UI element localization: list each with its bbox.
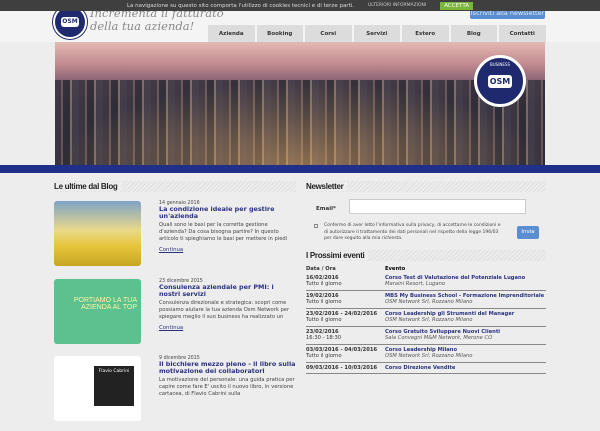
event-row: 09/03/2016 - 10/03/2016 Corso Direzione V… — [306, 363, 546, 374]
event-time: Tutto il giorno — [306, 317, 342, 323]
event-place: OSM Network Srl, Rozzano Milano — [385, 317, 473, 323]
event-date: 16/02/2016 Tutto il giorno — [306, 275, 385, 288]
nav-booking[interactable]: Booking — [256, 25, 303, 43]
col-event: Evento — [385, 266, 406, 272]
nav-servizi[interactable]: Servizi — [353, 25, 400, 43]
event-time: Tutto il giorno — [306, 299, 342, 305]
tagline-line2: della tua azienda! — [90, 19, 195, 33]
newsletter-heading: Newsletter — [306, 181, 546, 192]
post-excerpt: La motivazione del personale: una guida … — [159, 376, 295, 398]
badge-logo: OSM — [488, 75, 512, 88]
business-development-badge: BUSINESS OSM — [474, 55, 526, 107]
event-title[interactable]: Corso Direzione Vendite — [385, 365, 546, 372]
blog-post: Flavio Cabrini 9 dicembre 2015 Il bicchie… — [54, 356, 296, 431]
nav-corsi[interactable]: Corsi — [305, 25, 352, 43]
email-label: Email* — [316, 206, 336, 212]
event-info: Corso Leadership gli Strumenti del Manag… — [385, 311, 546, 324]
submit-button[interactable]: Invia — [517, 226, 539, 239]
header: OSM Incrementa il fatturato della tua azi… — [0, 5, 600, 43]
nav-azienda[interactable]: Azienda — [208, 25, 255, 43]
event-place: Sala Convegni M&M Network, Merone CO — [385, 335, 493, 341]
event-info: Corso Leadership Milano OSM Network Srl, … — [385, 347, 546, 360]
nav-contatti[interactable]: Contatti — [499, 25, 546, 43]
event-info: MBS My Business School - Formazione Impr… — [385, 293, 546, 306]
event-row: 03/03/2016 - 04/03/2016 Tutto il giorno Co… — [306, 345, 546, 363]
col-date: Data / Ora — [306, 266, 336, 272]
event-place: OSM Network Srl, Rozzano Milano — [385, 299, 473, 305]
blog-heading-text: Le ultime dal Blog — [54, 182, 122, 191]
blog-heading: Le ultime dal Blog — [54, 181, 296, 192]
blog-post: PORTIAMO LA TUA AZIENDA AL TOP 23 dicemb… — [54, 279, 296, 354]
post-image-text: PORTIAMO LA TUA AZIENDA AL TOP — [73, 297, 137, 311]
post-image[interactable]: Flavio Cabrini — [54, 356, 141, 421]
book-cover: Flavio Cabrini — [94, 366, 134, 406]
main-nav: Azienda Booking Corsi Servizi Estero Blo… — [208, 25, 546, 43]
post-title[interactable]: Consulenza aziendale per PMI: i nostri s… — [159, 283, 296, 299]
event-date: 03/03/2016 - 04/03/2016 Tutto il giorno — [306, 347, 385, 360]
city-lights — [55, 80, 545, 165]
events-heading: I Prossimi eventi — [306, 250, 546, 261]
post-excerpt: Consulenza direzionale e strategica: sco… — [159, 299, 290, 321]
event-date: 23/02/2016 16:30 - 18:30 — [306, 329, 385, 342]
event-date-text: 09/03/2016 - 10/03/2016 — [306, 364, 378, 371]
post-image[interactable] — [54, 201, 141, 266]
event-date: 23/02/2016 - 24/02/2016 Tutto il giorno — [306, 311, 385, 324]
event-info: Corso Gratuito Sviluppare Nuovi Clienti S… — [385, 329, 546, 342]
event-info: Corso Test di Valutazione del Potenziale… — [385, 275, 546, 288]
events-table-header: Data / Ora Evento — [306, 261, 546, 273]
logo-text: OSM — [61, 17, 79, 27]
continue-link[interactable]: Continua — [159, 247, 296, 253]
blog-section: Le ultime dal Blog 14 gennaio 2016 La con… — [54, 181, 296, 421]
event-time: Tutto il giorno — [306, 353, 342, 359]
event-time: Tutto il giorno — [306, 281, 342, 287]
event-row: 16/02/2016 Tutto il giorno Corso Test di V… — [306, 273, 546, 291]
cookie-accept-button[interactable]: ACCETTA — [440, 1, 474, 10]
event-info: Corso Direzione Vendite — [385, 365, 546, 372]
sidebar: Newsletter Email* Confermo di aver letto… — [306, 181, 546, 374]
privacy-checkbox[interactable] — [314, 224, 318, 228]
newsletter-heading-text: Newsletter — [306, 182, 348, 191]
event-row: 19/02/2016 Tutto il giorno MBS My Business… — [306, 291, 546, 309]
cookie-bar: La navigazione su questo sito comporta l… — [0, 0, 600, 11]
continue-link[interactable]: Continua — [159, 325, 296, 331]
event-place: OSM Network Srl, Rozzano Milano — [385, 353, 473, 359]
post-image[interactable]: PORTIAMO LA TUA AZIENDA AL TOP — [54, 279, 141, 344]
cookie-more-link[interactable]: ULTERIORI INFORMAZIONI — [368, 3, 426, 8]
events-heading-text: I Prossimi eventi — [306, 251, 369, 260]
events-section: I Prossimi eventi Data / Ora Evento 16/02… — [306, 250, 546, 374]
event-place: Maraini Resort, Lugano — [385, 281, 446, 287]
privacy-text: Confermo di aver letto l'informativa sul… — [324, 223, 501, 242]
post-excerpt: Quali sono le basi per la corretta gesti… — [159, 221, 288, 243]
nav-blog[interactable]: Blog — [450, 25, 497, 43]
cookie-text: La navigazione su questo sito comporta l… — [126, 2, 355, 9]
blue-stripe — [0, 165, 600, 173]
event-date: 19/02/2016 Tutto il giorno — [306, 293, 385, 306]
nav-estero[interactable]: Estero — [402, 25, 449, 43]
email-input[interactable] — [349, 199, 526, 214]
post-title[interactable]: La condizione ideale per gestire un'azie… — [159, 205, 296, 221]
post-title[interactable]: Il bicchiere mezzo pieno - il libro sull… — [159, 360, 296, 376]
hero-banner: BUSINESS OSM — [55, 42, 545, 165]
blog-post: 14 gennaio 2016 La condizione ideale per … — [54, 201, 296, 276]
badge-top: BUSINESS — [490, 62, 510, 67]
event-time: 16:30 - 18:30 — [306, 335, 342, 341]
event-date: 09/03/2016 - 10/03/2016 — [306, 365, 385, 372]
event-row: 23/02/2016 - 24/02/2016 Tutto il giorno Co… — [306, 309, 546, 327]
event-row: 23/02/2016 16:30 - 18:30 Corso Gratuito Sv… — [306, 327, 546, 345]
